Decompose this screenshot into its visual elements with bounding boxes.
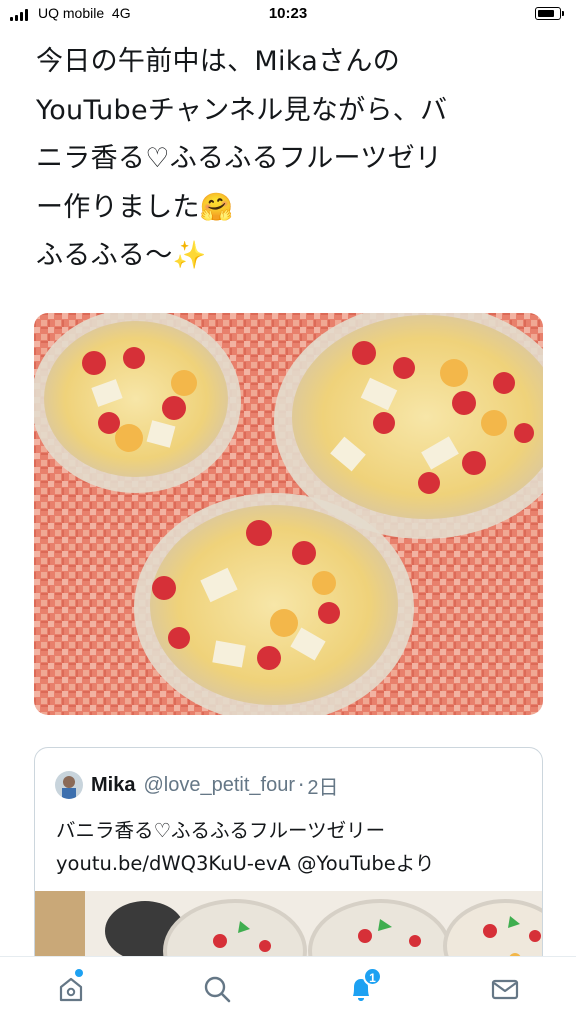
home-unread-dot: [75, 969, 83, 977]
mail-icon: [491, 979, 519, 1000]
avatar[interactable]: [55, 771, 83, 799]
separator-dot: ·: [297, 773, 305, 797]
quoted-author-handle[interactable]: @love_petit_four: [143, 774, 295, 797]
quoted-timestamp: 2日: [307, 776, 339, 799]
tweet-photo[interactable]: [34, 313, 543, 715]
quoted-tweet-header: Mika @love_petit_four · 2日: [55, 770, 338, 800]
home-icon: [59, 977, 83, 1002]
notification-badge: 1: [363, 967, 382, 986]
status-bar: UQ mobile 4G 10:23: [0, 0, 576, 30]
tweet-text: 今日の午前中は、Mikaさんの YouTubeチャンネル見ながら、バ ニラ香る♡…: [36, 46, 448, 271]
tab-messages[interactable]: [485, 969, 525, 1009]
status-time: 10:23: [268, 5, 308, 22]
tab-bar: 1: [0, 956, 576, 1024]
quoted-tweet-text: バニラ香る♡ふるふるフルーツゼリー youtu.be/dWQ3KuU-evA @…: [56, 819, 435, 875]
battery-icon: [535, 7, 564, 20]
tab-search[interactable]: [197, 969, 237, 1009]
search-icon: [204, 976, 231, 1003]
quoted-author-name[interactable]: Mika: [91, 774, 135, 797]
tab-notifications[interactable]: 1: [341, 967, 382, 1009]
tab-home[interactable]: [51, 969, 91, 1009]
